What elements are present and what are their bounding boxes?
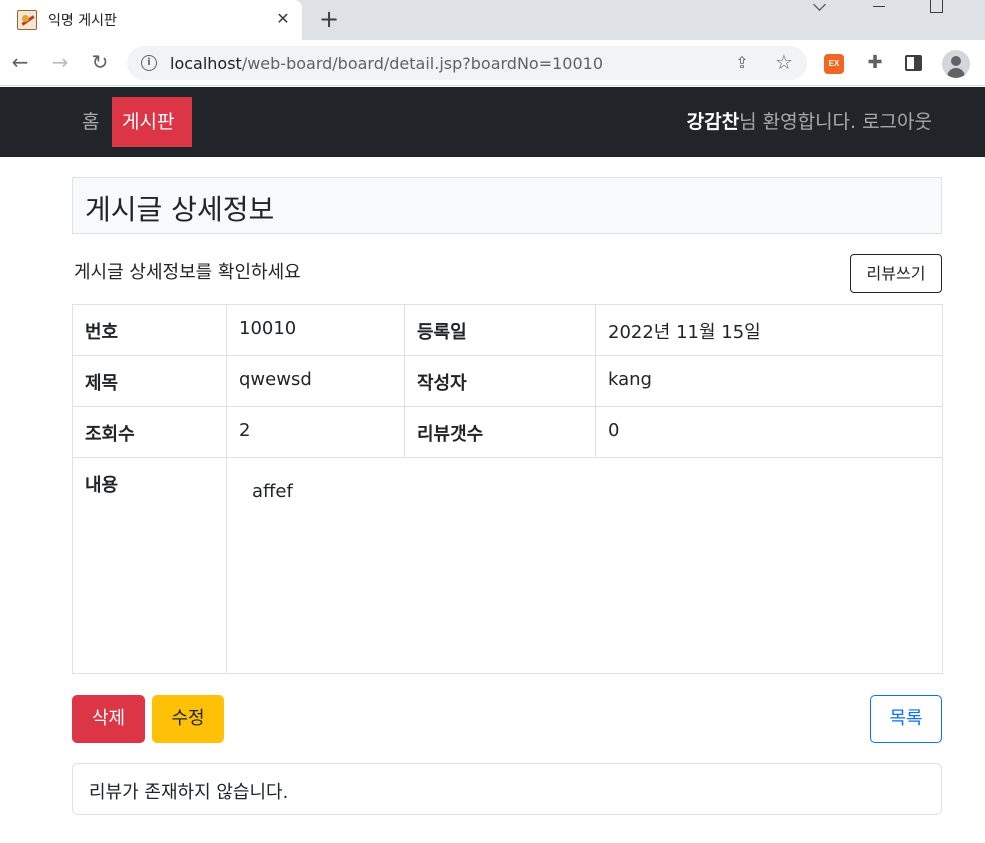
table-row: 번호 10010 등록일 2022년 11월 15일 [72, 304, 943, 356]
forward-arrow-icon[interactable]: → [48, 50, 72, 74]
url-text[interactable]: localhost/web-board/board/detail.jsp?boa… [170, 54, 603, 73]
table-row: 내용 affef [72, 457, 943, 674]
address-bar[interactable]: i localhost/web-board/board/detail.jsp?b… [127, 46, 807, 80]
close-icon[interactable]: ✕ [270, 6, 296, 32]
tab-title: 익명 게시판 [48, 13, 117, 29]
writer-value: kang [595, 355, 943, 407]
review-empty-message: 리뷰가 존재하지 않습니다. [89, 782, 289, 803]
reload-icon[interactable]: ↻ [88, 50, 112, 74]
views-value: 2 [226, 406, 405, 458]
new-tab-icon[interactable]: + [314, 4, 344, 34]
review-list: 리뷰가 존재하지 않습니다. [72, 763, 942, 815]
browser-tab[interactable]: 익명 게시판 ✕ [0, 0, 302, 40]
views-label: 조회수 [72, 406, 227, 458]
site-navbar: 홈 게시판 강감찬님 환영합니다. 로그아웃 [0, 87, 985, 157]
title-label: 제목 [72, 355, 227, 407]
write-review-button[interactable]: 리뷰쓰기 [850, 254, 942, 293]
side-panel-icon[interactable] [905, 55, 922, 71]
edit-button[interactable]: 수정 [152, 695, 224, 743]
list-button[interactable]: 목록 [870, 695, 942, 743]
nav-user-area: 강감찬님 환영합니다. 로그아웃 [687, 97, 932, 147]
table-row: 제목 qwewsd 작성자 kang [72, 355, 943, 407]
no-label: 번호 [72, 304, 227, 356]
url-host: localhost [170, 54, 242, 73]
logout-link[interactable]: 로그아웃 [862, 111, 932, 133]
created-label: 등록일 [404, 304, 596, 356]
extension-icon[interactable]: EX [824, 54, 844, 74]
minimize-icon[interactable] [859, 0, 899, 14]
chevron-down-icon[interactable] [801, 0, 841, 14]
star-icon[interactable]: ☆ [772, 50, 796, 74]
delete-button[interactable]: 삭제 [72, 695, 145, 743]
nav-home-link[interactable]: 홈 [72, 97, 109, 147]
review-count-label: 리뷰갯수 [404, 406, 596, 458]
info-icon[interactable]: i [141, 55, 157, 71]
nav-board-link[interactable]: 게시판 [112, 97, 192, 147]
title-value: qwewsd [226, 355, 405, 407]
created-value: 2022년 11월 15일 [595, 304, 943, 356]
post-detail-table: 번호 10010 등록일 2022년 11월 15일 제목 qwewsd 작성자… [72, 304, 943, 674]
browser-tabstrip: 익명 게시판 ✕ + [0, 0, 985, 40]
back-arrow-icon[interactable]: ← [8, 50, 32, 74]
writer-label: 작성자 [404, 355, 596, 407]
maximize-icon[interactable] [915, 0, 955, 14]
page-subtitle: 게시글 상세정보를 확인하세요 [74, 262, 301, 283]
favicon-icon [17, 10, 37, 30]
review-count-value: 0 [595, 406, 943, 458]
url-path: /web-board/board/detail.jsp?boardNo=1001… [241, 54, 604, 73]
share-icon[interactable]: ⇪ [731, 52, 753, 74]
page-title: 게시글 상세정보 [85, 193, 275, 226]
profile-avatar-icon[interactable] [942, 50, 970, 78]
welcome-text: 님 환영합니다. [739, 111, 857, 133]
page-header: 게시글 상세정보 [72, 177, 942, 234]
table-row: 조회수 2 리뷰갯수 0 [72, 406, 943, 458]
content-value: affef [226, 457, 943, 674]
content-label: 내용 [72, 457, 227, 674]
puzzle-icon[interactable]: ✚ [863, 51, 887, 75]
no-value: 10010 [226, 304, 405, 356]
user-name: 강감찬 [686, 111, 740, 133]
